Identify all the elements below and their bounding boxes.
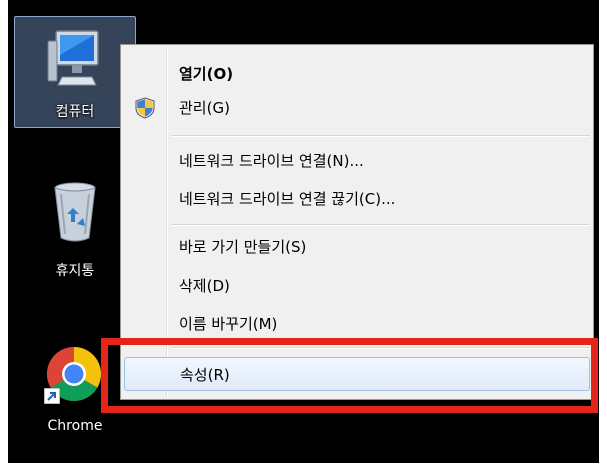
menu-separator bbox=[171, 135, 590, 137]
menu-item-label: 관리(G) bbox=[179, 99, 230, 117]
desktop-icon-label: Chrome bbox=[47, 418, 103, 434]
menu-item-delete[interactable]: 삭제(D) bbox=[124, 269, 590, 303]
menu-item-label: 삭제(D) bbox=[179, 277, 230, 295]
menu-item-map-network-drive[interactable]: 네트워크 드라이브 연결(N)... bbox=[124, 144, 590, 178]
menu-item-manage[interactable]: 관리(G) bbox=[124, 91, 590, 125]
menu-item-label: 바로 가기 만들기(S) bbox=[179, 238, 307, 256]
menu-item-create-shortcut[interactable]: 바로 가기 만들기(S) bbox=[124, 230, 590, 264]
annotation-highlight-box bbox=[101, 338, 598, 413]
desktop-icon-recycle-bin[interactable]: 휴지통 bbox=[14, 176, 136, 286]
desktop-icon-computer[interactable]: 컴퓨터 bbox=[14, 16, 136, 128]
desktop-icon-label: 컴퓨터 bbox=[55, 104, 95, 120]
desktop-icon-label: 휴지통 bbox=[55, 263, 95, 279]
menu-item-label: 열기(O) bbox=[179, 65, 234, 83]
menu-item-rename[interactable]: 이름 바꾸기(M) bbox=[124, 307, 590, 341]
recycle-bin-icon bbox=[54, 182, 96, 242]
menu-separator bbox=[171, 224, 590, 226]
menu-item-open[interactable]: 열기(O) bbox=[124, 57, 590, 91]
menu-item-label: 이름 바꾸기(M) bbox=[179, 315, 278, 333]
menu-item-disconnect-network-drive[interactable]: 네트워크 드라이브 연결 끊기(C)... bbox=[124, 182, 590, 216]
menu-item-label: 네트워크 드라이브 연결 끊기(C)... bbox=[179, 190, 396, 208]
menu-item-label: 네트워크 드라이브 연결(N)... bbox=[179, 152, 364, 170]
uac-shield-icon bbox=[134, 97, 156, 119]
computer-icon bbox=[47, 30, 99, 86]
shortcut-arrow-icon bbox=[44, 388, 60, 404]
